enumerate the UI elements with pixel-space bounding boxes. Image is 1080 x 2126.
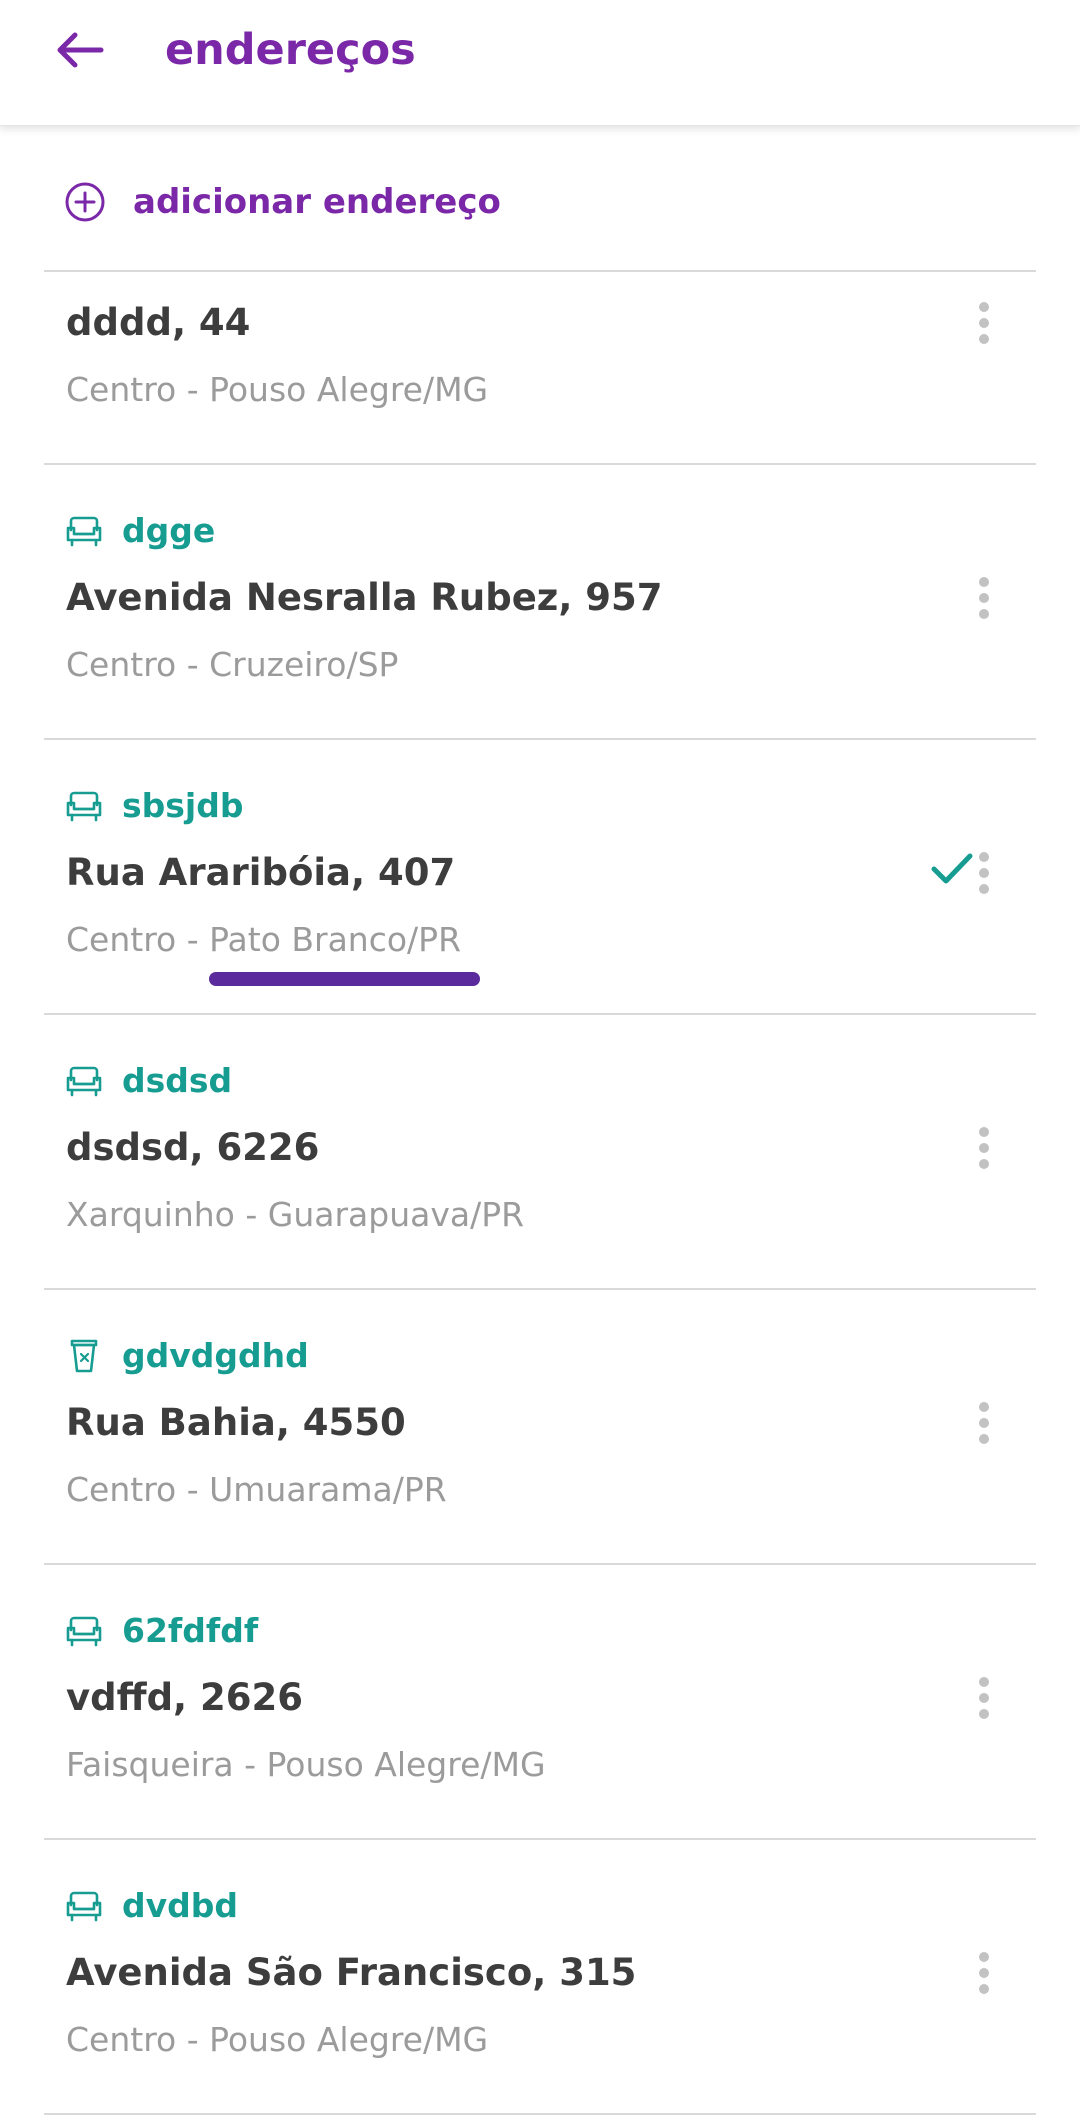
address-street: Rua Bahia, 4550 [66,1401,406,1444]
menu-dot [979,1984,989,1994]
more-vertical-icon[interactable] [964,288,1004,358]
arrow-left-icon [57,32,104,68]
armchair-icon [64,1885,104,1925]
address-nickname-row: dsdsd [64,1055,232,1105]
more-vertical-icon[interactable] [964,563,1004,633]
address-city: Centro - Pato Branco/PR [66,920,462,959]
address-item[interactable]: dddd, 44 Centro - Pouso Alegre/MG [44,272,1036,465]
menu-dot [979,1143,989,1153]
more-vertical-icon[interactable] [964,1663,1004,1733]
menu-dot [979,1693,989,1703]
address-street: Rua Araribóia, 407 [66,851,456,894]
menu-dot [979,577,989,587]
address-item[interactable]: dvdbd Avenida São Francisco, 315 Centro - … [44,1840,1036,2115]
coffee-cup-icon [64,1335,104,1375]
menu-dot [979,302,989,312]
menu-dot [979,1952,989,1962]
menu-dot [979,1709,989,1719]
address-nickname: dvdbd [122,1885,238,1925]
menu-dot [979,1968,989,1978]
address-list[interactable]: dddd, 44 Centro - Pouso Alegre/MG dgge Ave… [0,272,1080,2126]
more-vertical-icon[interactable] [964,1388,1004,1458]
page-title: endereços [165,25,416,75]
address-item[interactable]: dgge Avenida Nesralla Rubez, 957 Centro - … [44,465,1036,740]
address-nickname: dgge [122,510,216,550]
address-city: Faisqueira - Pouso Alegre/MG [66,1745,546,1784]
address-city: Xarquinho - Guarapuava/PR [66,1195,525,1234]
armchair-icon [64,1610,104,1650]
app-header: endereços [0,0,1080,126]
menu-dot [979,1159,989,1169]
address-nickname-row: sbsjdb [64,780,243,830]
address-nickname-row: 62fdfdf [64,1605,258,1655]
armchair-icon [64,785,104,825]
address-street: vdffd, 2626 [66,1676,303,1719]
address-nickname-row: gdvdgdhd [64,1330,309,1380]
address-nickname: dsdsd [122,1060,233,1100]
address-city: Centro - Pouso Alegre/MG [66,370,489,409]
address-street: Avenida São Francisco, 315 [66,1951,637,1994]
address-nickname: sbsjdb [122,785,244,825]
address-street: Avenida Nesralla Rubez, 957 [66,576,663,619]
menu-dot [979,593,989,603]
menu-dot [979,1434,989,1444]
back-button[interactable] [50,22,110,78]
menu-dot [979,1127,989,1137]
add-address-button[interactable]: adicionar endereço [0,168,1080,236]
armchair-icon [64,510,104,550]
armchair-icon [64,1060,104,1100]
address-nickname: 62fdfdf [122,1610,259,1650]
address-item[interactable]: gdvdgdhd Rua Bahia, 4550 Centro - Umuarama… [44,1290,1036,1565]
address-city: Centro - Cruzeiro/SP [66,645,399,684]
menu-dot [979,852,989,862]
more-vertical-icon[interactable] [964,1113,1004,1183]
plus-circle-icon [65,182,105,222]
menu-dot [979,1677,989,1687]
address-street: dsdsd, 6226 [66,1126,320,1169]
menu-dot [979,868,989,878]
address-nickname: gdvdgdhd [122,1335,309,1375]
address-nickname-row: dvdbd [64,1880,238,1930]
add-address-label: adicionar endereço [133,182,501,222]
menu-dot [979,884,989,894]
menu-dot [979,609,989,619]
menu-dot [979,1402,989,1412]
more-vertical-icon[interactable] [964,1938,1004,2008]
address-item[interactable]: dsdsd dsdsd, 6226 Xarquinho - Guarapuava/P… [44,1015,1036,1290]
underline-mark [209,972,480,986]
address-street: dddd, 44 [66,301,251,344]
menu-dot [979,1418,989,1428]
address-city: Centro - Umuarama/PR [66,1470,447,1509]
address-item[interactable]: sbsjdb Rua Araribóia, 407 Centro - Pato Br… [44,740,1036,1015]
address-nickname-row: dgge [64,505,215,555]
more-vertical-icon[interactable] [964,838,1004,908]
menu-dot [979,318,989,328]
menu-dot [979,334,989,344]
address-item[interactable]: 62fdfdf vdffd, 2626 Faisqueira - Pouso Ale… [44,1565,1036,1840]
address-city: Centro - Pouso Alegre/MG [66,2020,489,2059]
